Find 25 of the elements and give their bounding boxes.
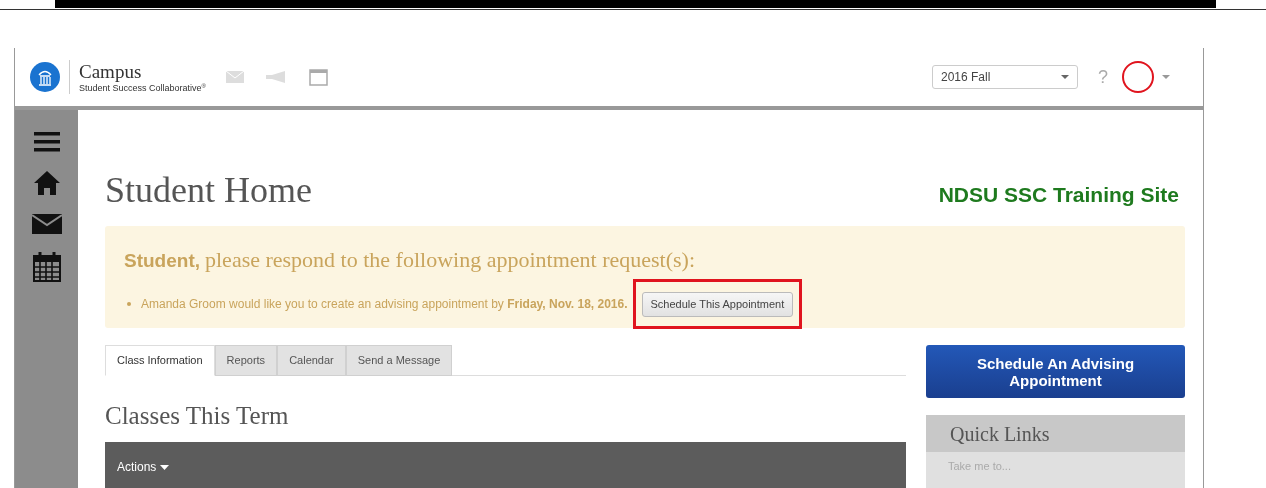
tab[interactable]: Reports: [214, 345, 278, 376]
site-label: NDSU SSC Training Site: [938, 181, 1179, 208]
term-select[interactable]: 2016 Fall: [932, 65, 1078, 89]
actions-dropdown[interactable]: Actions: [117, 458, 170, 476]
brand-tagline: Student Success Collaborative$^{®}$: [79, 83, 206, 93]
caret-icon: [160, 464, 170, 470]
section-title: Classes This Term: [105, 403, 290, 428]
schedule-advising-button[interactable]: Schedule An Advising Appointment: [926, 345, 1185, 398]
circle-annotation: [1122, 61, 1154, 93]
tab[interactable]: Send a Message: [345, 345, 453, 376]
menu-icon[interactable]: [33, 132, 60, 152]
schedule-appointment-button[interactable]: Schedule This Appointment: [641, 291, 794, 317]
home-icon[interactable]: [33, 170, 60, 196]
calendar-icon[interactable]: [32, 252, 61, 282]
caret-icon: [1061, 75, 1069, 79]
logo-icon: [30, 62, 60, 92]
tab[interactable]: Calendar: [277, 345, 346, 376]
caret-icon[interactable]: [1162, 75, 1170, 79]
alert-heading: Student, please respond to the following appointment request(s):: [124, 249, 696, 271]
page-title: Student Home: [105, 172, 312, 208]
brand-name: Campus: [79, 61, 143, 81]
panel-title: Quick Links: [950, 421, 1050, 447]
alert-message: Amanda Groom would like you to create an advising appointment by Friday, Nov. 18, 2016.: [141, 295, 628, 313]
tab[interactable]: Class Information: [105, 345, 215, 376]
mail-icon[interactable]: [31, 214, 62, 234]
